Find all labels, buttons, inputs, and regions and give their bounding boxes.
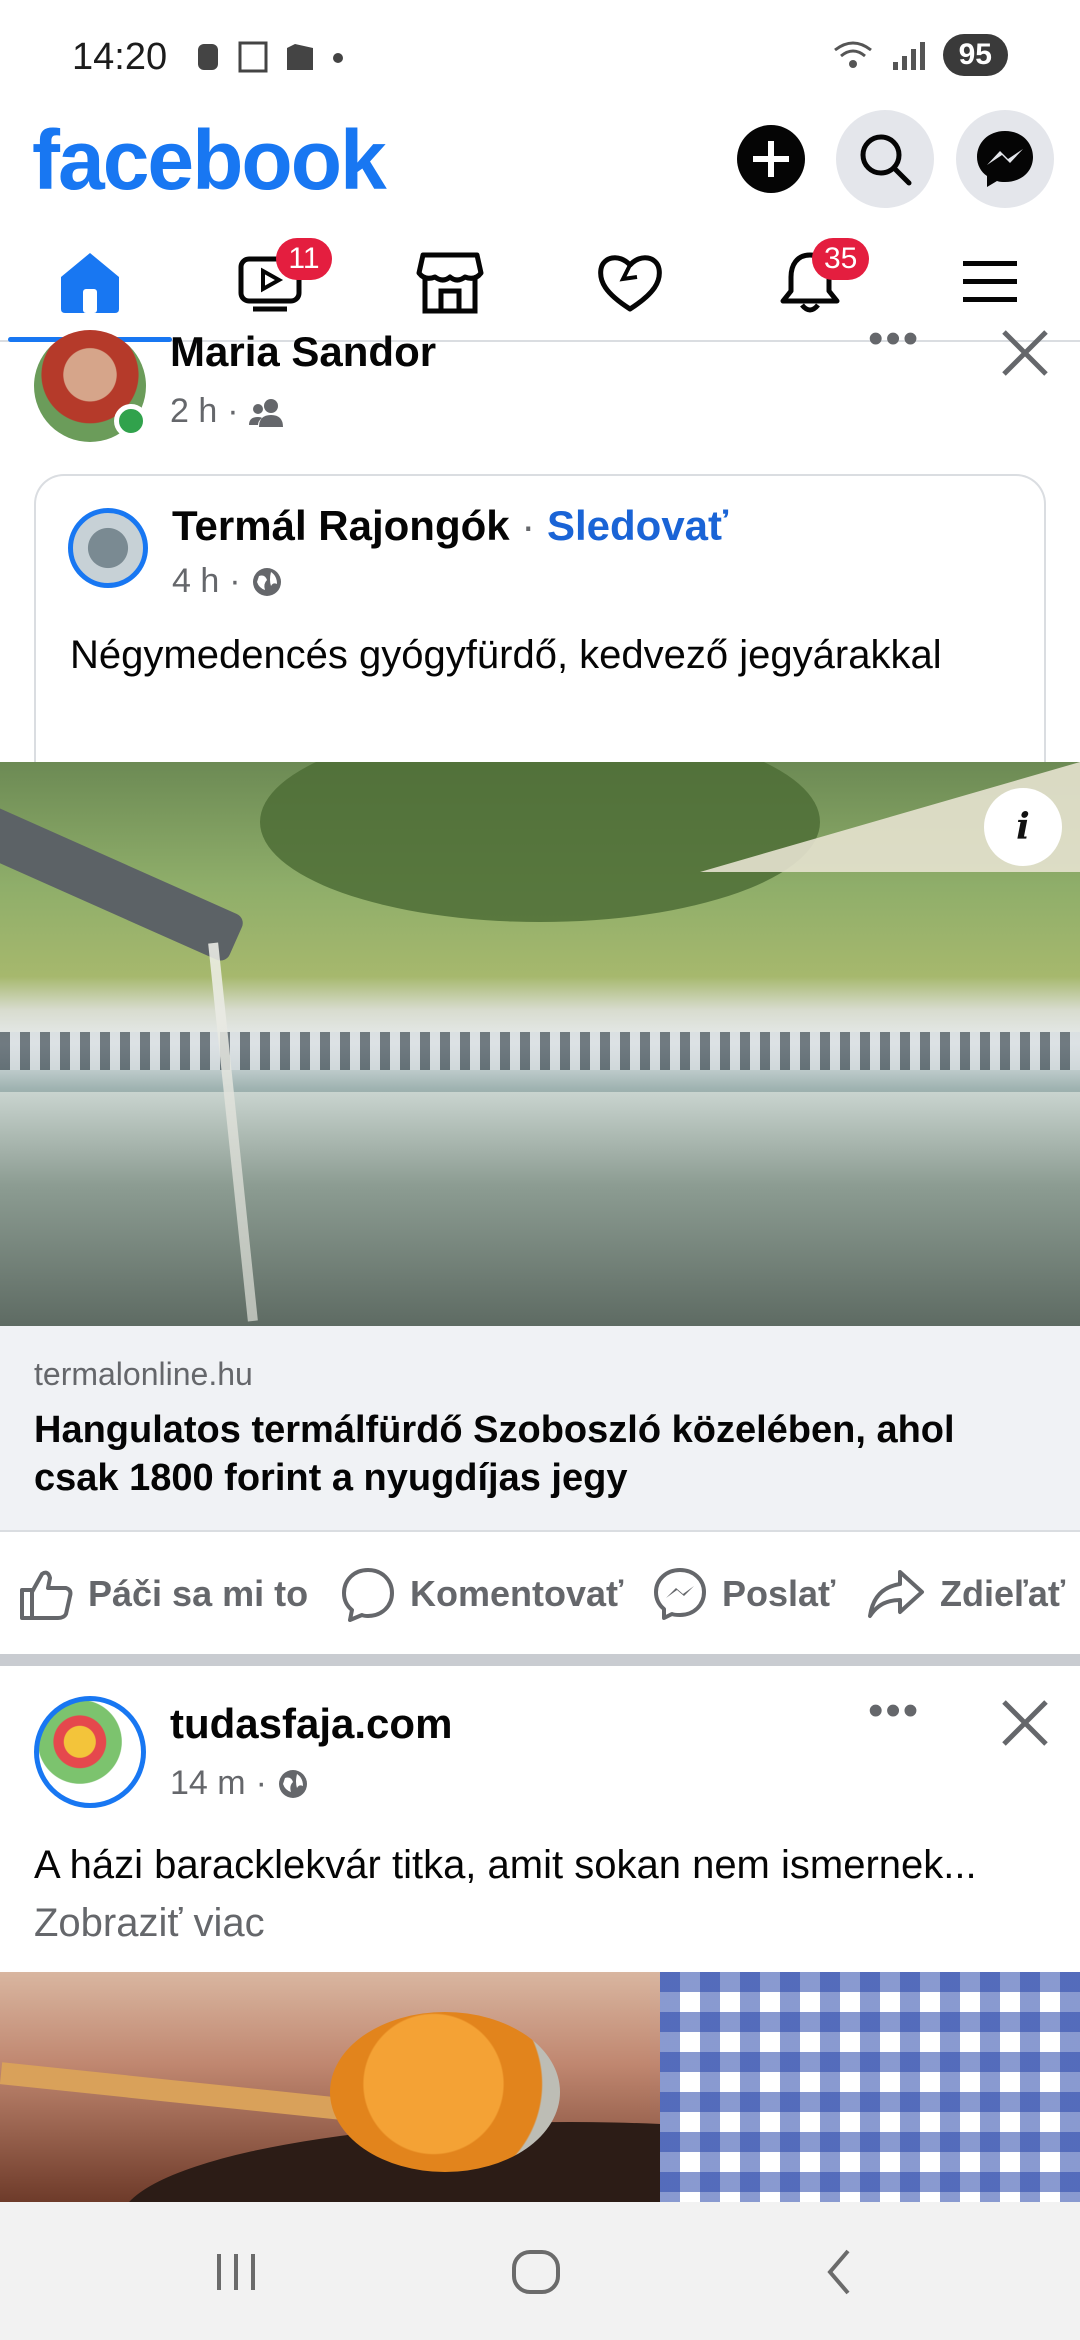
tab-dating[interactable] — [570, 234, 690, 330]
link-domain: termalonline.hu — [34, 1356, 253, 1392]
dot-icon — [333, 53, 343, 63]
notification-app-icon — [198, 44, 218, 70]
post2-page-avatar[interactable] — [34, 1696, 146, 1808]
photo-trees — [260, 762, 820, 922]
marketplace-icon — [416, 252, 484, 314]
link-preview[interactable]: termalonline.hu Hangulatos termálfürdő S… — [0, 1326, 1080, 1530]
shared-post-card[interactable]: Termál Rajongók · Sledovať 4 h · Négymed… — [34, 474, 1046, 774]
tab-marketplace[interactable] — [390, 234, 510, 330]
share-label: Zdieľať — [940, 1573, 1066, 1614]
status-bar: 14:20 95 — [0, 0, 1080, 110]
system-navigation-bar — [0, 2202, 1080, 2340]
back-button[interactable] — [790, 2240, 890, 2304]
recent-apps-icon — [217, 2254, 255, 2290]
sharer-meta: 2 h · — [170, 392, 285, 431]
photo-water-pipe — [0, 804, 246, 964]
globe-icon — [278, 1769, 307, 1798]
gallery-icon — [287, 44, 313, 70]
facebook-logo[interactable]: facebook — [32, 112, 387, 209]
online-status-dot — [114, 404, 148, 438]
post-photo[interactable]: i — [0, 762, 1080, 1326]
post2-options-button[interactable]: ••• — [868, 1686, 920, 1736]
globe-icon — [252, 567, 281, 596]
like-label: Páči sa mi to — [88, 1573, 309, 1614]
page-meta: 4 h · — [172, 562, 283, 601]
photo-pool-edge — [0, 1032, 1080, 1070]
notifications-badge: 35 — [812, 238, 870, 280]
send-label: Poslať — [722, 1573, 836, 1614]
comment-label: Komentovať — [410, 1573, 624, 1614]
status-right: 95 — [831, 34, 1008, 76]
page-header-line: Termál Rajongók · Sledovať — [172, 502, 728, 550]
post2-text-block: A házi baracklekvár titka, amit sokan ne… — [34, 1836, 1044, 1952]
post2-time[interactable]: 14 m — [170, 1764, 246, 1803]
search-button[interactable] — [836, 110, 934, 208]
sharer-name[interactable]: Maria Sandor — [170, 328, 436, 376]
plus-icon — [737, 125, 805, 193]
tab-video[interactable]: 11 — [210, 234, 332, 330]
app-header: facebook — [0, 110, 1080, 220]
page-name[interactable]: Termál Rajongók — [172, 502, 510, 549]
post2-meta-separator: · — [255, 1764, 267, 1802]
signal-icon — [892, 42, 925, 70]
post2-text: A házi baracklekvár titka, amit sokan ne… — [34, 1843, 977, 1887]
share-button[interactable]: Zdieľať — [866, 1532, 1066, 1656]
meta-separator: · — [227, 392, 239, 430]
menu-icon — [963, 261, 1017, 302]
tab-menu[interactable] — [930, 234, 1050, 330]
status-notification-icons — [195, 40, 345, 74]
video-notification-badge: 11 — [276, 238, 332, 280]
like-button[interactable]: Páči sa mi to — [18, 1532, 308, 1656]
heart-icon — [598, 255, 662, 312]
home-icon — [61, 253, 119, 313]
tab-notifications[interactable]: 35 — [750, 234, 870, 330]
close-icon[interactable] — [998, 1696, 1052, 1750]
messenger-send-icon — [654, 1568, 706, 1620]
photo-ladle-handle — [0, 2062, 381, 2124]
post-text: Négymedencés gyógyfürdő, kedvező jegyára… — [70, 633, 942, 677]
close-icon[interactable] — [998, 326, 1052, 380]
comment-icon — [342, 1568, 394, 1622]
home-button[interactable] — [486, 2240, 586, 2304]
messenger-icon — [977, 131, 1033, 187]
battery-indicator: 95 — [942, 34, 1008, 76]
see-more-link[interactable]: Zobraziť viac — [34, 1901, 265, 1945]
friends-audience-icon — [248, 398, 283, 427]
back-chevron-icon — [827, 2249, 850, 2295]
page-avatar[interactable] — [68, 508, 148, 588]
recent-apps-button[interactable] — [186, 2240, 286, 2304]
feed-divider — [0, 1654, 1080, 1666]
send-button[interactable]: Poslať — [652, 1532, 835, 1656]
page-post-time[interactable]: 4 h — [172, 562, 219, 601]
screenshot-icon — [238, 41, 268, 73]
photo-ladle — [330, 2012, 560, 2172]
share-icon — [868, 1570, 924, 1618]
follow-button[interactable]: Sledovať — [547, 502, 728, 549]
info-icon[interactable]: i — [984, 788, 1062, 866]
like-icon — [20, 1570, 73, 1620]
create-button[interactable] — [722, 110, 820, 208]
photo-pool-water — [0, 1092, 1080, 1326]
page-meta-separator: · — [229, 562, 241, 600]
photo-tablecloth — [660, 1972, 1080, 2202]
post2-page-name[interactable]: tudasfaja.com — [170, 1700, 452, 1748]
status-time: 14:20 — [72, 36, 168, 78]
post-options-button[interactable]: ••• — [868, 314, 920, 364]
home-circle-icon — [512, 2250, 560, 2294]
link-title: Hangulatos termálfürdő Szoboszló közeléb… — [34, 1409, 955, 1499]
follow-separator: · — [521, 502, 536, 549]
comment-button[interactable]: Komentovať — [340, 1532, 623, 1656]
sharer-time[interactable]: 2 h — [170, 392, 217, 431]
post2-photo[interactable] — [0, 1972, 1080, 2202]
messenger-button[interactable] — [956, 110, 1054, 208]
search-icon — [860, 134, 912, 186]
wifi-icon — [833, 41, 872, 68]
post2-meta: 14 m · — [170, 1764, 309, 1803]
tab-home[interactable] — [30, 234, 150, 330]
post-actions: Páči sa mi to Komentovať Poslať Zdieľať — [0, 1530, 1080, 1654]
